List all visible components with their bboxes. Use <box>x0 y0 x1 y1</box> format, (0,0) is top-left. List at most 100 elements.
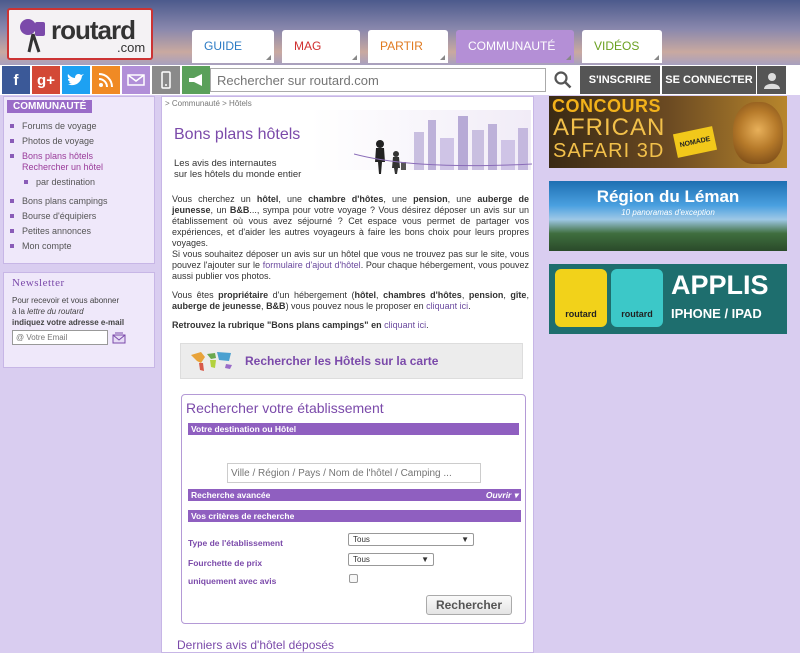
tab-videos[interactable]: VIDÉOS <box>582 30 662 63</box>
newsletter-line1: Pour recevoir et vous abonner <box>12 296 120 305</box>
tab-partir[interactable]: PARTIR <box>368 30 448 63</box>
type-label: Type de l'établissement <box>188 538 283 548</box>
city-skyline-illustration <box>354 116 532 174</box>
toolbar: f g+ S'INSCRIRE SE CONNECTER <box>0 65 800 95</box>
text-run: , <box>526 290 529 300</box>
tab-corner-icon <box>266 55 271 60</box>
sidebar-item-campings[interactable]: Bons plans campings <box>4 196 154 207</box>
routard-app-logo: routard <box>555 269 607 327</box>
world-map-icon <box>191 352 232 371</box>
envelope-send-icon[interactable] <box>112 332 126 344</box>
tab-communaute[interactable]: COMMUNAUTÉ <box>456 30 574 63</box>
subtitle-line1: Les avis des internautes <box>174 158 277 169</box>
text-run: , une <box>447 194 478 204</box>
campings-link[interactable]: cliquant ici <box>384 320 426 330</box>
text-bold: Retrouvez la rubrique "Bons plans campin… <box>172 320 385 330</box>
sidebar-item-forums[interactable]: Forums de voyage <box>4 121 154 132</box>
text-run: . <box>468 301 471 311</box>
search-icon[interactable] <box>548 66 578 94</box>
sidebar-item-equipiers[interactable]: Bourse d'équipiers <box>4 211 154 222</box>
search-submit-button[interactable]: Rechercher <box>426 595 512 615</box>
price-label: Fourchette de prix <box>188 558 263 568</box>
ad-applis[interactable]: routard routard APPLIS IPHONE / IPAD <box>549 264 787 334</box>
add-hotel-form-link[interactable]: formulaire d'ajout d'hôtel <box>263 260 361 270</box>
reviews-only-checkbox[interactable] <box>349 574 358 583</box>
tab-mag[interactable]: MAG <box>282 30 360 63</box>
sidebar-item-label: Bons plans campings <box>22 196 108 206</box>
type-select[interactable]: Tous ▼ <box>348 533 474 546</box>
sidebar-item-label: Petites annonces <box>22 226 92 236</box>
tab-guide[interactable]: GUIDE <box>192 30 274 63</box>
bullet-icon <box>10 199 14 203</box>
left-column: COMMUNAUTÉ Forums de voyage Photos de vo… <box>3 96 155 368</box>
sidebar-item-label: Photos de voyage <box>22 136 95 146</box>
chevron-down-icon: ▼ <box>421 555 429 564</box>
sidebar-item-hotels[interactable]: Bons plans hôtels Rechercher un hôtel <box>4 151 154 173</box>
routard-logo[interactable]: routard .com <box>7 8 153 60</box>
ad-region-leman[interactable]: Région du Léman 10 panoramas d'exception <box>549 181 787 251</box>
newsletter-box: Newsletter Pour recevoir et vous abonner… <box>3 272 155 368</box>
price-select-value: Tous <box>353 555 370 564</box>
subtitle-line2: sur les hôtels du monde entier <box>174 169 302 180</box>
advanced-search-label: Recherche avancée <box>191 490 271 500</box>
text-bold: gîte <box>510 290 527 300</box>
google-plus-icon[interactable]: g+ <box>32 66 60 94</box>
text-bold: propriétaire <box>218 290 269 300</box>
rss-icon[interactable] <box>92 66 120 94</box>
bullet-icon <box>10 154 14 158</box>
map-search-label: Rechercher les Hôtels sur la carte <box>245 354 439 368</box>
login-button[interactable]: SE CONNECTER <box>662 66 756 94</box>
mail-icon[interactable] <box>122 66 150 94</box>
user-icon[interactable] <box>757 66 786 94</box>
megaphone-icon[interactable] <box>182 66 210 94</box>
type-select-value: Tous <box>353 535 370 544</box>
twitter-icon[interactable] <box>62 66 90 94</box>
text-run: Vous cherchez un <box>172 194 257 204</box>
sidebar-item-search-hotel[interactable]: Rechercher un hôtel <box>22 162 103 172</box>
ad1-line2: AFRICAN <box>553 114 666 141</box>
text-bold: B&B <box>229 205 250 215</box>
bullet-icon <box>10 229 14 233</box>
text-bold: auberge de jeunesse <box>172 301 262 311</box>
facebook-icon[interactable]: f <box>2 66 30 94</box>
sidebar-item-label: Bourse d'équipiers <box>22 211 97 221</box>
newsletter-email-field[interactable] <box>12 330 108 345</box>
text-bold: B&B <box>266 301 286 311</box>
newsletter-line2-italic: lettre du routard <box>27 307 84 316</box>
ads-column: CONCOURS AFRICAN SAFARI 3D NOMADE Région… <box>549 96 787 347</box>
intro-paragraph-3: Retrouvez la rubrique "Bons plans campin… <box>172 320 529 331</box>
sidebar-item-photos[interactable]: Photos de voyage <box>4 136 154 147</box>
text-run: Vous êtes <box>172 290 219 300</box>
advanced-toggle[interactable]: Ouvrir ▾ <box>486 490 518 501</box>
mobile-icon[interactable] <box>152 66 180 94</box>
text-run: , un <box>210 205 230 215</box>
map-search-link[interactable]: Rechercher les Hôtels sur la carte <box>180 343 523 379</box>
text-run: d'un hébergement ( <box>268 290 355 300</box>
form-title: Rechercher votre établissement <box>186 400 384 416</box>
signup-button[interactable]: S'INSCRIRE <box>580 66 660 94</box>
destination-input[interactable] <box>227 463 481 483</box>
sidebar-item-account[interactable]: Mon compte <box>4 241 154 252</box>
text-bold: chambres d'hôtes <box>383 290 462 300</box>
destination-bar: Votre destination ou Hôtel <box>188 423 519 435</box>
sidebar-item-label: Bons plans hôtels <box>22 151 94 161</box>
text-bold: hôtel <box>256 194 279 204</box>
ad1-badge: NOMADE <box>672 126 718 158</box>
reviews-only-label: uniquement avec avis <box>188 576 277 586</box>
advanced-search-bar[interactable]: Recherche avancée Ouvrir ▾ <box>188 489 521 501</box>
sidebar-item-by-destination[interactable]: par destination <box>4 177 154 188</box>
hotel-search-form: Rechercher votre établissement Votre des… <box>181 394 526 624</box>
tab-communaute-label: COMMUNAUTÉ <box>468 39 556 53</box>
destination-bar-label: Votre destination ou Hôtel <box>191 424 297 434</box>
text-bold: pension <box>468 290 504 300</box>
text-run: , une <box>383 194 414 204</box>
site-header: routard .com GUIDE MAG PARTIR COMMUNAUTÉ… <box>0 0 800 65</box>
price-select[interactable]: Tous ▼ <box>348 553 434 566</box>
tab-videos-label: VIDÉOS <box>594 39 640 53</box>
criteria-bar-label: Vos critères de recherche <box>191 511 295 521</box>
site-search-input[interactable] <box>210 68 546 92</box>
propose-hotel-link[interactable]: cliquant ici <box>426 301 468 311</box>
ad-african-safari[interactable]: CONCOURS AFRICAN SAFARI 3D NOMADE <box>549 96 787 168</box>
sidebar-item-annonces[interactable]: Petites annonces <box>4 226 154 237</box>
text-run: , <box>461 290 469 300</box>
